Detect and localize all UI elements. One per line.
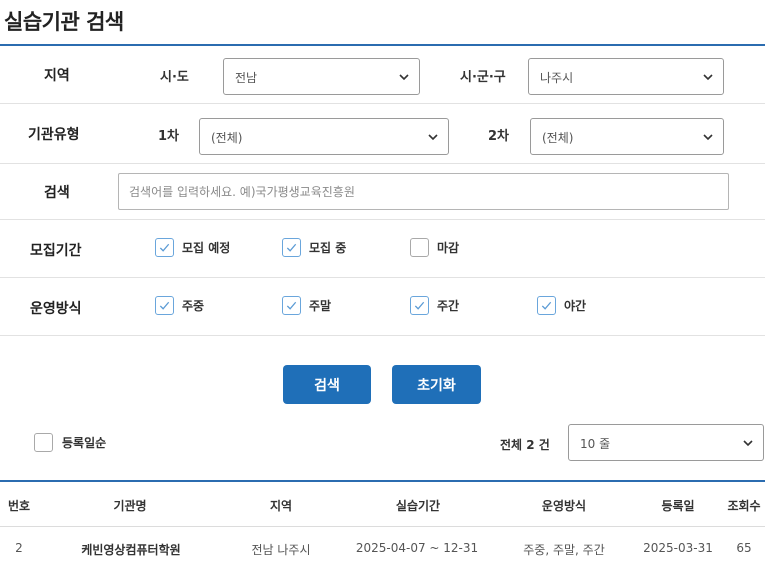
checkbox-label: 주간 — [437, 299, 460, 313]
checkbox-label: 모집 예정 — [182, 241, 231, 255]
search-label: 검색 — [44, 185, 70, 201]
sido-select[interactable]: 전남 — [223, 58, 420, 95]
second-type-value: (전체) — [542, 131, 574, 145]
operation-label: 운영방식 — [30, 301, 82, 317]
cell-org-name[interactable]: 케빈영상컴퓨터학원 — [81, 541, 180, 558]
search-input[interactable] — [118, 173, 729, 210]
cell-views: 65 — [736, 541, 752, 555]
sigungu-value: 나주시 — [540, 71, 574, 85]
recruit-period-row: 모집기간 모집 예정 모집 중 마감 — [0, 220, 765, 278]
col-header-region: 지역 — [269, 499, 293, 513]
cell-region: 전남 나주시 — [251, 543, 311, 557]
recruit-ongoing-checkbox[interactable]: 모집 중 — [282, 238, 346, 257]
first-type-label: 1차 — [158, 129, 180, 144]
cell-operation: 주중, 주말, 주간 — [523, 543, 605, 557]
check-icon — [286, 243, 297, 252]
table-row[interactable]: 2 케빈영상컴퓨터학원 전남 나주시 2025-04-07 ~ 12-31 주중… — [0, 528, 765, 567]
check-icon — [159, 243, 170, 252]
sigungu-select[interactable]: 나주시 — [528, 58, 724, 95]
check-icon — [541, 301, 552, 310]
operation-weekday-checkbox[interactable]: 주중 — [155, 296, 204, 315]
cell-no: 2 — [15, 541, 23, 555]
reset-button[interactable]: 초기화 — [392, 365, 481, 404]
col-header-no: 번호 — [7, 499, 31, 513]
page-size-value: 10 줄 — [580, 437, 611, 451]
table-header: 번호 기관명 지역 실습기간 운영방식 등록일 조회수 — [0, 480, 765, 527]
checkbox-label: 주말 — [309, 299, 332, 313]
checkbox-box[interactable] — [155, 296, 174, 315]
first-type-value: (전체) — [211, 131, 243, 145]
operation-weekend-checkbox[interactable]: 주말 — [282, 296, 331, 315]
second-type-select[interactable]: (전체) — [530, 118, 724, 155]
sido-value: 전남 — [235, 71, 258, 85]
cell-period: 2025-04-07 ~ 12-31 — [355, 541, 479, 555]
sigungu-label: 시·군·구 — [460, 70, 506, 85]
total-count: 전체 2 건 — [500, 438, 550, 452]
search-button[interactable]: 검색 — [283, 365, 371, 404]
chevron-down-icon — [743, 440, 753, 447]
checkbox-label: 마감 — [437, 241, 460, 255]
check-icon — [414, 301, 425, 310]
sido-label: 시·도 — [160, 70, 189, 85]
checkbox-box[interactable] — [34, 433, 53, 452]
check-icon — [159, 301, 170, 310]
checkbox-box[interactable] — [410, 238, 429, 257]
checkbox-box[interactable] — [410, 296, 429, 315]
col-header-operation: 운영방식 — [541, 499, 587, 513]
operation-night-checkbox[interactable]: 야간 — [537, 296, 586, 315]
page-title: 실습기관 검색 — [4, 10, 124, 34]
sort-by-date-checkbox[interactable]: 등록일순 — [34, 433, 106, 452]
operation-daytime-checkbox[interactable]: 주간 — [410, 296, 459, 315]
first-type-select[interactable]: (전체) — [199, 118, 449, 155]
col-header-date: 등록일 — [661, 499, 695, 513]
checkbox-label: 모집 중 — [309, 241, 347, 255]
org-type-row: 기관유형 1차 (전체) 2차 (전체) — [0, 104, 765, 164]
operation-row: 운영방식 주중 주말 주간 야간 — [0, 278, 765, 336]
col-header-name: 기관명 — [113, 499, 147, 513]
checkbox-box[interactable] — [282, 238, 301, 257]
col-header-period: 실습기간 — [395, 499, 441, 513]
second-type-label: 2차 — [488, 129, 510, 144]
recruit-period-label: 모집기간 — [30, 243, 82, 259]
checkbox-box[interactable] — [155, 238, 174, 257]
chevron-down-icon — [703, 134, 713, 141]
col-header-views: 조회수 — [727, 499, 761, 513]
checkbox-label: 야간 — [564, 299, 587, 313]
cell-date: 2025-03-31 — [643, 541, 713, 555]
recruit-upcoming-checkbox[interactable]: 모집 예정 — [155, 238, 230, 257]
chevron-down-icon — [399, 74, 409, 81]
chevron-down-icon — [428, 134, 438, 141]
sort-label: 등록일순 — [62, 436, 107, 450]
checkbox-box[interactable] — [282, 296, 301, 315]
region-label: 지역 — [44, 68, 70, 84]
search-filter-panel: 지역 시·도 전남 시·군·구 나주시 기관유형 1차 (전체) 2차 (전체)… — [0, 44, 765, 336]
page-size-select[interactable]: 10 줄 — [568, 424, 764, 461]
check-icon — [286, 301, 297, 310]
recruit-closed-checkbox[interactable]: 마감 — [410, 238, 459, 257]
search-row: 검색 — [0, 164, 765, 220]
checkbox-box[interactable] — [537, 296, 556, 315]
chevron-down-icon — [703, 74, 713, 81]
region-row: 지역 시·도 전남 시·군·구 나주시 — [0, 46, 765, 104]
checkbox-label: 주중 — [182, 299, 205, 313]
org-type-label: 기관유형 — [28, 127, 80, 143]
